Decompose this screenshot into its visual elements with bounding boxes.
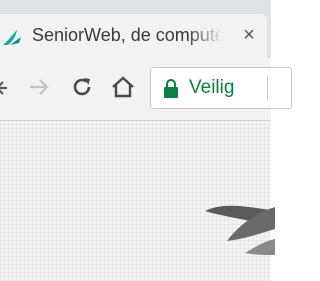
- home-icon[interactable]: [110, 74, 136, 100]
- omnibox-divider: [267, 76, 268, 100]
- browser-toolbar: Veilig: [0, 58, 292, 121]
- back-arrow-icon[interactable]: [0, 78, 8, 98]
- tab-strip: SeniorWeb, de computer ×: [0, 0, 271, 58]
- seniorweb-bird-logo-icon: [205, 205, 275, 255]
- tab-close-icon[interactable]: ×: [240, 24, 258, 46]
- address-bar[interactable]: Veilig: [150, 67, 292, 109]
- seniorweb-favicon-icon: [3, 30, 21, 45]
- lock-icon: [164, 79, 178, 98]
- reload-icon[interactable]: [70, 75, 94, 99]
- forward-arrow-icon[interactable]: [28, 76, 50, 98]
- browser-tab[interactable]: SeniorWeb, de computer ×: [0, 14, 267, 58]
- tab-title-fade: [188, 18, 224, 52]
- security-status-label: Veilig: [189, 77, 235, 98]
- page-content: [0, 121, 275, 281]
